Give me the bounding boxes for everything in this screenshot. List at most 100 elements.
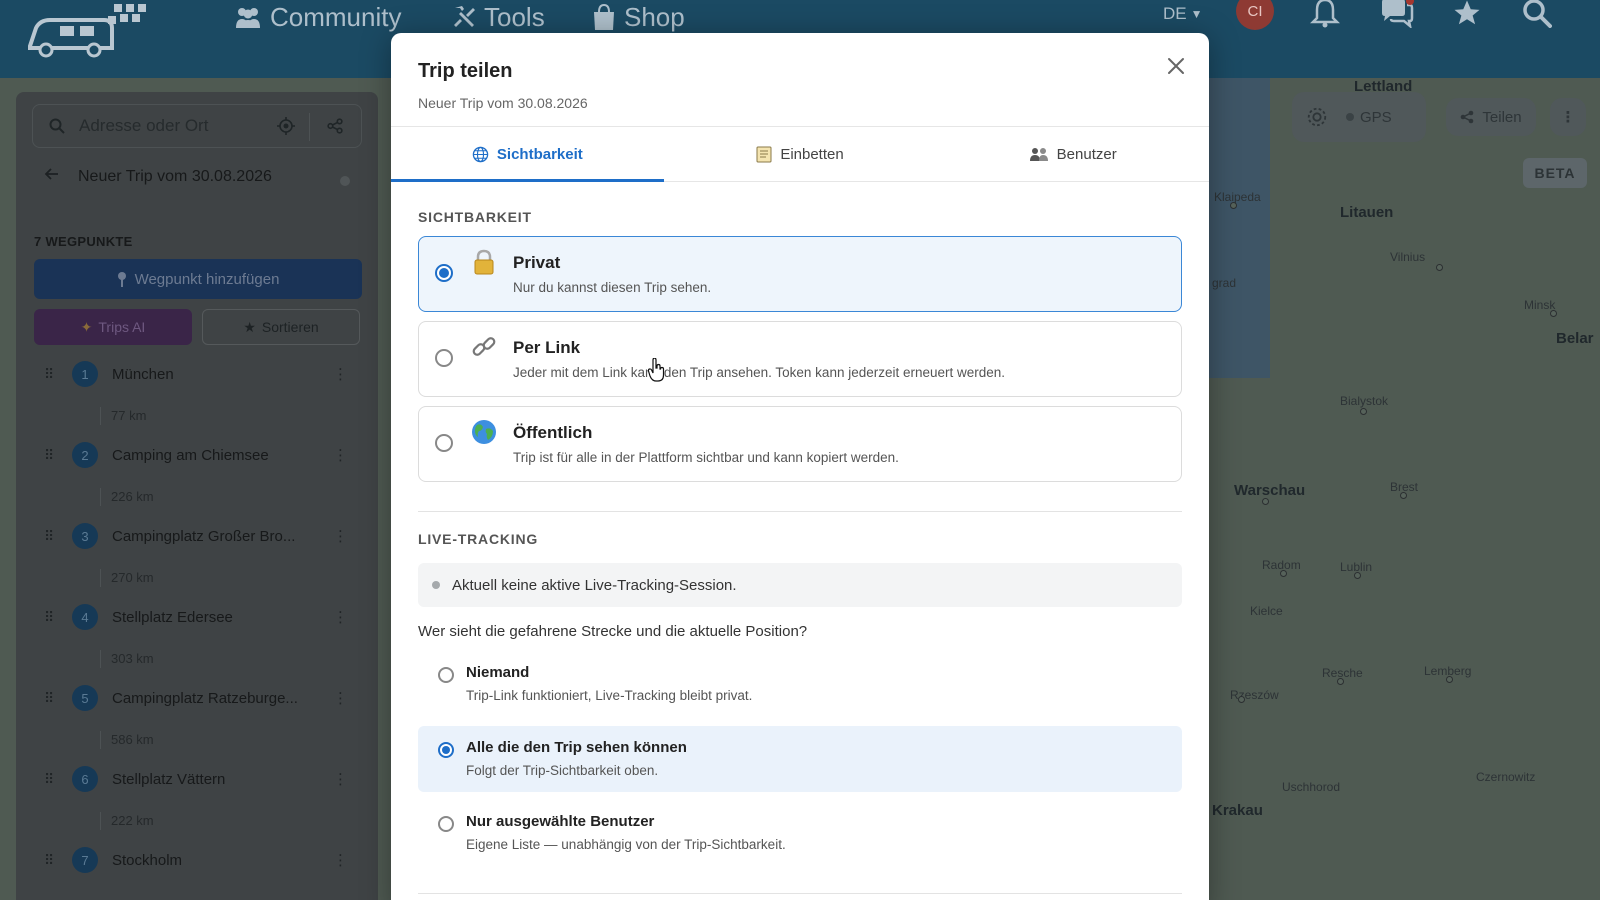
visibility-option-private[interactable]: Privat Nur du kannst diesen Trip sehen. [418, 236, 1182, 312]
live-option-selected-users[interactable]: Nur ausgewählte Benutzer Eigene Liste — … [418, 800, 1182, 866]
waypoint-name: Stellplatz Edersee [112, 608, 233, 626]
nav-tools[interactable]: Tools [452, 0, 545, 34]
trip-sidebar: Adresse oder Ort Neuer Trip vom 30.08.20… [16, 92, 378, 900]
drag-handle-icon[interactable]: ⠿ [44, 448, 56, 462]
star-icon[interactable] [1452, 0, 1482, 28]
add-waypoint-button[interactable]: Wegpunkt hinzufügen [34, 259, 362, 299]
flag-de-icon[interactable] [1128, 4, 1156, 22]
tab-embed[interactable]: Einbetten [664, 127, 937, 181]
locate-icon[interactable] [277, 117, 295, 135]
radio-everyone[interactable] [438, 742, 454, 758]
drag-handle-icon[interactable]: ⠿ [44, 772, 56, 786]
option-title: Öffentlich [513, 423, 593, 442]
search-input[interactable]: Adresse oder Ort [32, 104, 362, 148]
radio-selected-users[interactable] [438, 816, 454, 832]
chat-icon[interactable] [1380, 0, 1414, 28]
beta-badge: BETA [1523, 158, 1587, 188]
option-title: Niemand [466, 664, 530, 681]
tools-icon [454, 6, 475, 27]
bell-icon[interactable] [1310, 0, 1340, 28]
waypoint-name: Stellplatz Vättern [112, 770, 226, 788]
map-dot [1360, 408, 1367, 415]
option-description: Trip ist für alle in der Plattform sicht… [513, 450, 899, 465]
nav-shop-label: Shop [624, 1, 685, 32]
search-icon[interactable] [1522, 0, 1552, 28]
map-pin-icon [117, 272, 126, 287]
dialog-title: Trip teilen [418, 60, 513, 82]
live-tracking-status-text: Aktuell keine aktive Live-Tracking-Sessi… [452, 576, 737, 594]
waypoint-row[interactable]: ⠿ 4 Stellplatz Edersee ⋮ [32, 595, 362, 639]
visibility-heading: SICHTBARKEIT [418, 209, 532, 225]
map-label: Bialystok [1340, 394, 1389, 408]
drag-handle-icon[interactable]: ⠿ [44, 691, 56, 705]
back-arrow-icon[interactable] [44, 166, 60, 182]
map-dot [1400, 492, 1407, 499]
kebab-menu-icon[interactable]: ⋮ [333, 608, 348, 626]
live-option-everyone[interactable]: Alle die den Trip sehen können Folgt der… [418, 726, 1182, 792]
waypoint-name: Stockholm [112, 851, 183, 869]
gps-label[interactable]: GPS [1360, 109, 1392, 126]
avatar[interactable]: CI [1236, 0, 1274, 30]
kebab-menu-icon[interactable]: ⋮ [333, 770, 348, 788]
radio-nobody[interactable] [438, 667, 454, 683]
map-dot [1262, 498, 1269, 505]
map-dot [1446, 676, 1453, 683]
search-divider [309, 113, 310, 141]
share-label: Teilen [1482, 108, 1522, 126]
map-label: Uschhorod [1282, 780, 1341, 794]
drag-handle-icon[interactable]: ⠿ [44, 529, 56, 543]
option-description: Trip-Link funktioniert, Live-Tracking bl… [466, 688, 753, 703]
logo-icon[interactable] [26, 2, 146, 62]
live-option-nobody[interactable]: Niemand Trip-Link funktioniert, Live-Tra… [418, 651, 1182, 717]
radio-public[interactable] [435, 434, 453, 452]
waypoint-distance: 226 km [100, 488, 154, 506]
drag-handle-icon[interactable]: ⠿ [44, 367, 56, 381]
option-description: Eigene Liste — unabhängig von der Trip-S… [466, 837, 786, 852]
waypoint-row[interactable]: ⠿ 7 Stockholm ⋮ [32, 838, 362, 882]
visibility-option-public[interactable]: Öffentlich Trip ist für alle in der Plat… [418, 406, 1182, 482]
dialog-subtitle: Neuer Trip vom 30.08.2026 [418, 95, 588, 111]
kebab-menu-icon[interactable]: ⋮ [333, 365, 348, 383]
share-icon[interactable] [327, 118, 343, 134]
radio-link[interactable] [435, 349, 453, 367]
map-dot [1230, 202, 1237, 209]
map-settings-gps-control[interactable]: GPS [1292, 92, 1426, 142]
waypoint-row[interactable]: ⠿ 2 Camping am Chiemsee ⋮ [32, 433, 362, 477]
sort-button[interactable]: ★ Sortieren [202, 309, 360, 345]
close-icon[interactable] [1163, 53, 1189, 79]
waypoint-distance: 77 km [100, 407, 146, 425]
waypoint-row[interactable]: ⠿ 1 München ⋮ [32, 352, 362, 396]
more-options-icon[interactable]: ⋮ [1550, 98, 1586, 136]
kebab-menu-icon[interactable]: ⋮ [333, 446, 348, 464]
star-icon: ★ [243, 318, 256, 335]
nav-community[interactable]: Community [234, 0, 401, 34]
search-icon [49, 118, 65, 134]
trips-ai-label: Trips AI [98, 319, 146, 335]
waypoint-row[interactable]: ⠿ 6 Stellplatz Vättern ⋮ [32, 757, 362, 801]
nav-community-label: Community [270, 1, 402, 32]
language-selector[interactable]: DE ▼ [1163, 0, 1203, 28]
trips-ai-button[interactable]: ✦ Trips AI [34, 309, 192, 345]
kebab-menu-icon[interactable]: ⋮ [333, 851, 348, 869]
gear-icon[interactable] [1306, 106, 1328, 128]
visibility-option-link[interactable]: Per Link Jeder mit dem Link kann den Tri… [418, 321, 1182, 397]
tab-visibility[interactable]: Sichtbarkeit [391, 127, 664, 182]
tab-users[interactable]: Benutzer [936, 127, 1209, 181]
shopping-bag-icon [594, 4, 614, 30]
nav-shop[interactable]: Shop [592, 0, 685, 34]
kebab-menu-icon[interactable]: ⋮ [333, 527, 348, 545]
link-icon [472, 337, 496, 356]
waypoint-row[interactable]: ⠿ 3 Campingplatz Großer Bro... ⋮ [32, 514, 362, 558]
kebab-menu-icon[interactable]: ⋮ [333, 689, 348, 707]
drag-handle-icon[interactable]: ⠿ [44, 610, 56, 624]
radio-private[interactable] [435, 264, 453, 282]
add-waypoint-label: Wegpunkt hinzufügen [134, 270, 280, 288]
dialog-tabs: Sichtbarkeit Einbetten Benutzer [391, 126, 1209, 182]
section-divider [418, 893, 1182, 894]
waypoint-name: Camping am Chiemsee [112, 446, 269, 464]
share-button[interactable]: Teilen [1446, 98, 1536, 136]
drag-handle-icon[interactable]: ⠿ [44, 853, 56, 867]
map-label: Krakau [1212, 802, 1263, 819]
status-dot [432, 581, 440, 589]
waypoint-row[interactable]: ⠿ 5 Campingplatz Ratzeburge... ⋮ [32, 676, 362, 720]
